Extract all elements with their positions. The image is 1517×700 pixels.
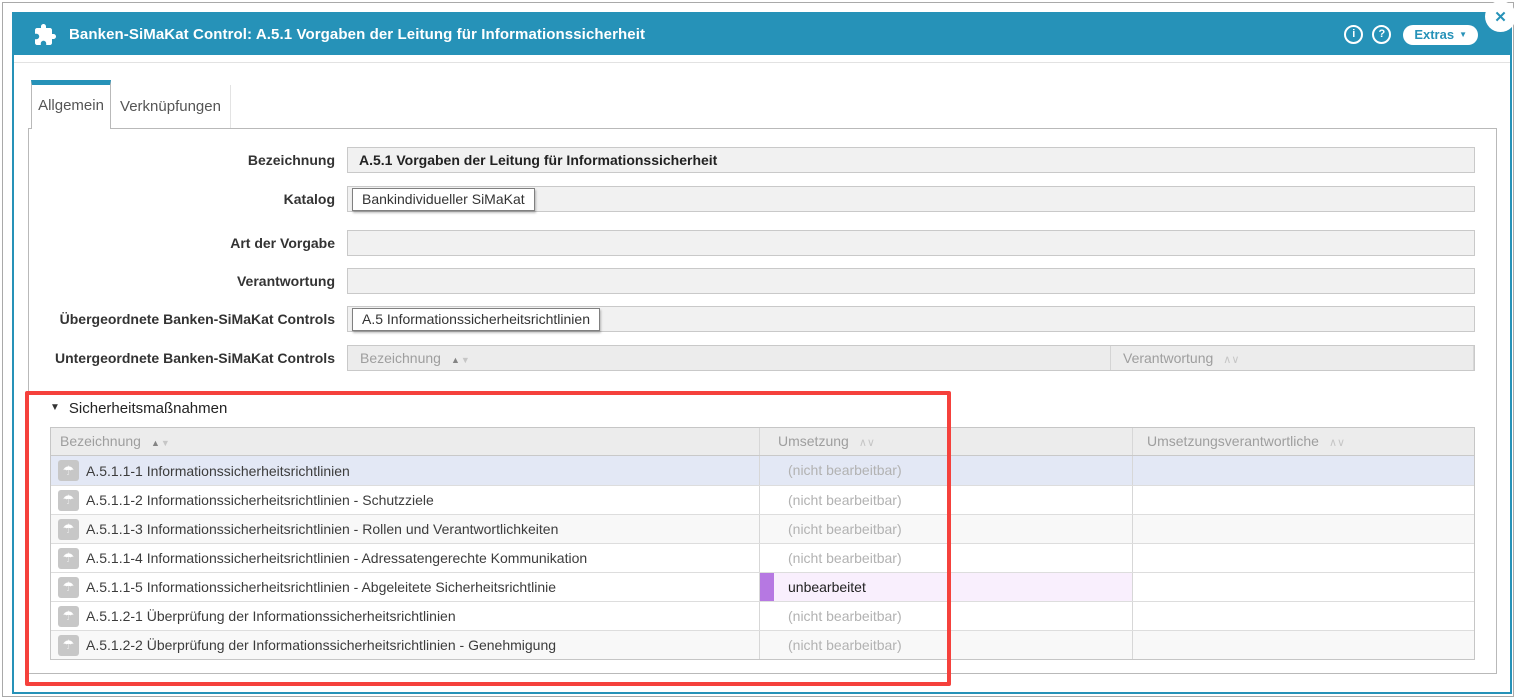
massnahme-bezeichnung: A.5.1.1-5 Informationssicherheitsrichtli… bbox=[86, 579, 556, 595]
header-divider bbox=[14, 62, 1510, 63]
umsetzungsverantwortliche-cell bbox=[1133, 456, 1474, 485]
table-row[interactable]: ☂ A.5.1.1-3 Informationssicherheitsrichtl… bbox=[51, 514, 1474, 543]
bezeichnung-value: A.5.1 Vorgaben der Leitung für Informati… bbox=[348, 148, 1474, 172]
help-icon[interactable]: ? bbox=[1372, 25, 1391, 44]
sort-icons: ▲▼ bbox=[151, 430, 171, 457]
umsetzung-value: (nicht bearbeitbar) bbox=[760, 462, 902, 478]
label-untergeordnete-controls: Untergeordnete Banken-SiMaKat Controls bbox=[40, 345, 335, 371]
umbrella-icon: ☂ bbox=[58, 460, 79, 481]
close-icon[interactable]: ✕ bbox=[1485, 1, 1516, 32]
extras-label: Extras bbox=[1414, 27, 1454, 42]
katalog-field[interactable]: Bankindividueller SiMaKat bbox=[347, 186, 1475, 212]
dialog-title: Banken-SiMaKat Control: A.5.1 Vorgaben d… bbox=[69, 26, 645, 43]
puzzle-icon bbox=[33, 23, 57, 47]
titlebar-actions: i ? Extras ▼ bbox=[1344, 25, 1478, 45]
label-uebergeordnete-controls: Übergeordnete Banken-SiMaKat Controls bbox=[40, 306, 335, 332]
section-title: Sicherheitsmaßnahmen bbox=[69, 400, 227, 417]
extras-button[interactable]: Extras ▼ bbox=[1403, 25, 1478, 45]
massnahme-bezeichnung: A.5.1.1-1 Informationssicherheitsrichtli… bbox=[86, 463, 350, 479]
label-art-der-vorgabe: Art der Vorgabe bbox=[40, 230, 335, 256]
column-header-bezeichnung[interactable]: Bezeichnung▲▼ bbox=[348, 346, 1111, 370]
umsetzungsverantwortliche-cell bbox=[1133, 515, 1474, 543]
sort-icons: ∧∨ bbox=[1329, 430, 1345, 457]
umsetzungsverantwortliche-cell bbox=[1133, 544, 1474, 572]
umsetzung-value: (nicht bearbeitbar) bbox=[760, 608, 902, 624]
sort-icons: ∧∨ bbox=[859, 430, 875, 457]
umsetzung-value: (nicht bearbeitbar) bbox=[760, 637, 902, 653]
massnahme-bezeichnung: A.5.1.1-4 Informationssicherheitsrichtli… bbox=[86, 550, 587, 566]
umbrella-icon: ☂ bbox=[58, 519, 79, 540]
app-window: Banken-SiMaKat Control: A.5.1 Vorgaben d… bbox=[0, 0, 1517, 700]
table-header-row: Bezeichnung▲▼ Umsetzung∧∨ Umsetzungsvera… bbox=[51, 428, 1474, 456]
column-header-umsetzungsverantwortliche[interactable]: Umsetzungsverantwortliche∧∨ bbox=[1133, 428, 1474, 455]
umbrella-icon: ☂ bbox=[58, 490, 79, 511]
table-row[interactable]: ☂ A.5.1.1-5 Informationssicherheitsrichtl… bbox=[51, 572, 1474, 601]
table-row[interactable]: ☂ A.5.1.2-1 Überprüfung der Informationss… bbox=[51, 601, 1474, 630]
section-sicherheitsmassnahmen-toggle[interactable]: ▼ Sicherheitsmaßnahmen bbox=[50, 398, 227, 418]
info-icon[interactable]: i bbox=[1344, 25, 1363, 44]
column-header-bezeichnung[interactable]: Bezeichnung▲▼ bbox=[51, 428, 760, 455]
umbrella-icon: ☂ bbox=[58, 635, 79, 656]
tab-allgemein[interactable]: Allgemein bbox=[31, 80, 111, 129]
table-row[interactable]: ☂ A.5.1.1-1 Informationssicherheitsrichtl… bbox=[51, 456, 1474, 485]
katalog-chip[interactable]: Bankindividueller SiMaKat bbox=[352, 188, 535, 211]
untergeordnete-controls-table-header: Bezeichnung▲▼ Verantwortung∧∨ bbox=[347, 345, 1475, 371]
massnahme-bezeichnung: A.5.1.2-2 Überprüfung der Informationssi… bbox=[86, 637, 556, 653]
sicherheitsmassnahmen-table: Bezeichnung▲▼ Umsetzung∧∨ Umsetzungsvera… bbox=[50, 427, 1475, 660]
umbrella-icon: ☂ bbox=[58, 606, 79, 627]
status-marker-unbearbeitet bbox=[760, 573, 774, 601]
chevron-down-icon: ▼ bbox=[1459, 31, 1467, 39]
label-bezeichnung: Bezeichnung bbox=[40, 147, 335, 173]
umsetzung-value: (nicht bearbeitbar) bbox=[760, 492, 902, 508]
column-header-umsetzung[interactable]: Umsetzung∧∨ bbox=[760, 428, 1133, 455]
umsetzung-value: (nicht bearbeitbar) bbox=[760, 521, 902, 537]
table-row[interactable]: ☂ A.5.1.1-2 Informationssicherheitsrichtl… bbox=[51, 485, 1474, 514]
sort-icons: ▲▼ bbox=[451, 348, 471, 372]
umsetzung-value: unbearbeitet bbox=[760, 579, 866, 595]
umsetzungsverantwortliche-cell bbox=[1133, 631, 1474, 659]
collapse-triangle-icon: ▼ bbox=[50, 403, 60, 413]
massnahme-bezeichnung: A.5.1.1-2 Informationssicherheitsrichtli… bbox=[86, 492, 434, 508]
bezeichnung-field[interactable]: A.5.1 Vorgaben der Leitung für Informati… bbox=[347, 147, 1475, 173]
umbrella-icon: ☂ bbox=[58, 548, 79, 569]
column-header-verantwortung[interactable]: Verantwortung∧∨ bbox=[1111, 346, 1474, 370]
massnahme-bezeichnung: A.5.1.1-3 Informationssicherheitsrichtli… bbox=[86, 521, 558, 537]
table-row[interactable]: ☂ A.5.1.1-4 Informationssicherheitsrichtl… bbox=[51, 543, 1474, 572]
umsetzungsverantwortliche-cell bbox=[1133, 602, 1474, 630]
umsetzung-value: (nicht bearbeitbar) bbox=[760, 550, 902, 566]
label-verantwortung: Verantwortung bbox=[40, 268, 335, 294]
sort-icons: ∧∨ bbox=[1223, 348, 1239, 372]
uebergeordnete-controls-field[interactable]: A.5 Informationssicherheitsrichtlinien bbox=[347, 306, 1475, 332]
umsetzungsverantwortliche-cell bbox=[1133, 486, 1474, 514]
umsetzungsverantwortliche-cell bbox=[1133, 573, 1474, 601]
uebergeordnetes-control-chip[interactable]: A.5 Informationssicherheitsrichtlinien bbox=[352, 308, 600, 331]
dialog-titlebar: Banken-SiMaKat Control: A.5.1 Vorgaben d… bbox=[14, 14, 1510, 55]
verantwortung-field[interactable] bbox=[347, 268, 1475, 294]
art-der-vorgabe-field[interactable] bbox=[347, 230, 1475, 256]
umbrella-icon: ☂ bbox=[58, 577, 79, 598]
label-katalog: Katalog bbox=[40, 186, 335, 212]
tab-verknuepfungen[interactable]: Verknüpfungen bbox=[111, 85, 231, 128]
table-row[interactable]: ☂ A.5.1.2-2 Überprüfung der Informationss… bbox=[51, 630, 1474, 659]
massnahme-bezeichnung: A.5.1.2-1 Überprüfung der Informationssi… bbox=[86, 608, 456, 624]
